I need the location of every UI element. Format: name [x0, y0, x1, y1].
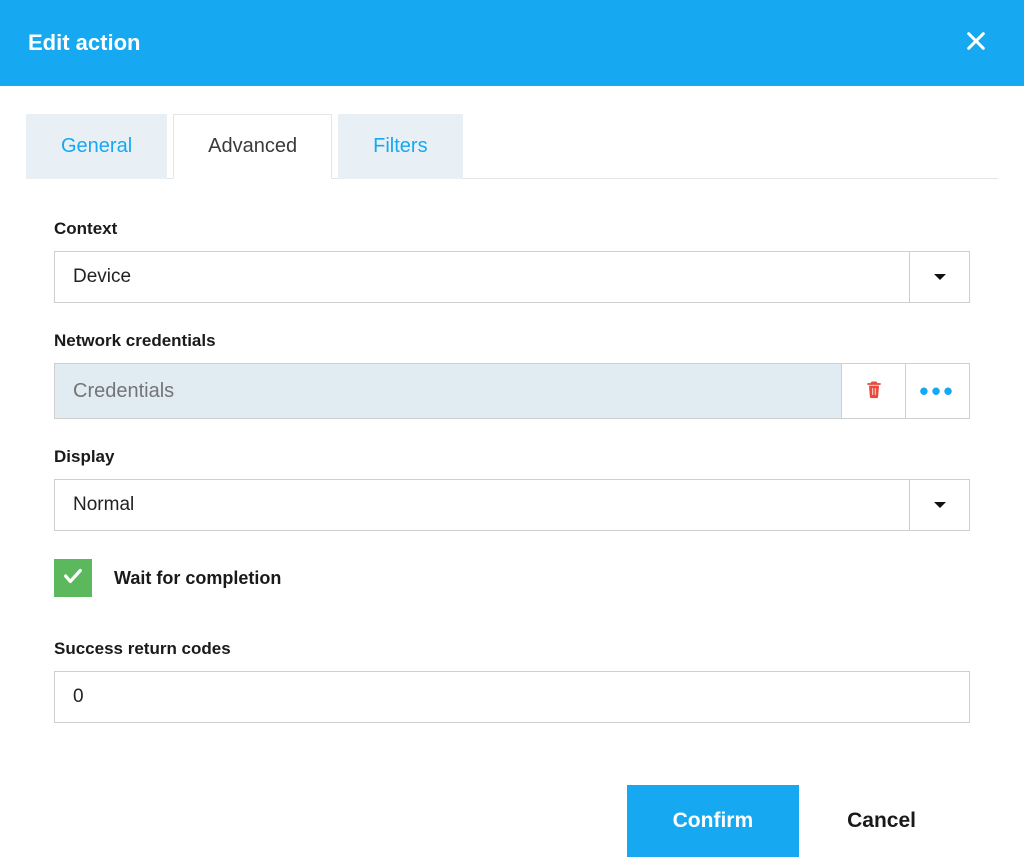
- success-codes-group: Success return codes: [54, 639, 970, 723]
- context-value: Device: [55, 252, 909, 302]
- wait-for-completion-label: Wait for completion: [114, 568, 281, 589]
- close-button[interactable]: [956, 23, 996, 63]
- chevron-down-icon: [934, 502, 946, 508]
- context-label: Context: [54, 219, 970, 239]
- credentials-delete-button[interactable]: [842, 363, 906, 419]
- network-credentials-group: Network credentials •••: [54, 331, 970, 419]
- close-icon: [965, 30, 987, 57]
- confirm-button[interactable]: Confirm: [627, 785, 800, 857]
- tab-general[interactable]: General: [26, 114, 167, 179]
- tab-advanced[interactable]: Advanced: [173, 114, 332, 179]
- display-group: Display Normal: [54, 447, 970, 531]
- display-select[interactable]: Normal: [54, 479, 970, 531]
- modal-header: Edit action: [0, 0, 1024, 86]
- modal-body: General Advanced Filters Context Device …: [0, 86, 1024, 857]
- success-codes-label: Success return codes: [54, 639, 970, 659]
- success-codes-input[interactable]: [54, 671, 970, 723]
- credentials-input[interactable]: [54, 363, 842, 419]
- checkmark-icon: [62, 565, 84, 592]
- wait-for-completion-checkbox[interactable]: [54, 559, 92, 597]
- footer: Confirm Cancel: [54, 751, 970, 857]
- cancel-button[interactable]: Cancel: [847, 809, 916, 833]
- tab-filters[interactable]: Filters: [338, 114, 462, 179]
- display-caret[interactable]: [909, 480, 969, 530]
- credentials-browse-button[interactable]: •••: [906, 363, 970, 419]
- network-credentials-label: Network credentials: [54, 331, 970, 351]
- chevron-down-icon: [934, 274, 946, 280]
- display-value: Normal: [55, 480, 909, 530]
- tabs: General Advanced Filters: [26, 114, 998, 179]
- modal-title: Edit action: [28, 30, 140, 56]
- form-area: Context Device Network credentials: [26, 179, 998, 857]
- display-label: Display: [54, 447, 970, 467]
- context-caret[interactable]: [909, 252, 969, 302]
- wait-for-completion-row: Wait for completion: [54, 559, 970, 597]
- context-group: Context Device: [54, 219, 970, 303]
- credentials-row: •••: [54, 363, 970, 419]
- context-select[interactable]: Device: [54, 251, 970, 303]
- trash-icon: [864, 378, 884, 405]
